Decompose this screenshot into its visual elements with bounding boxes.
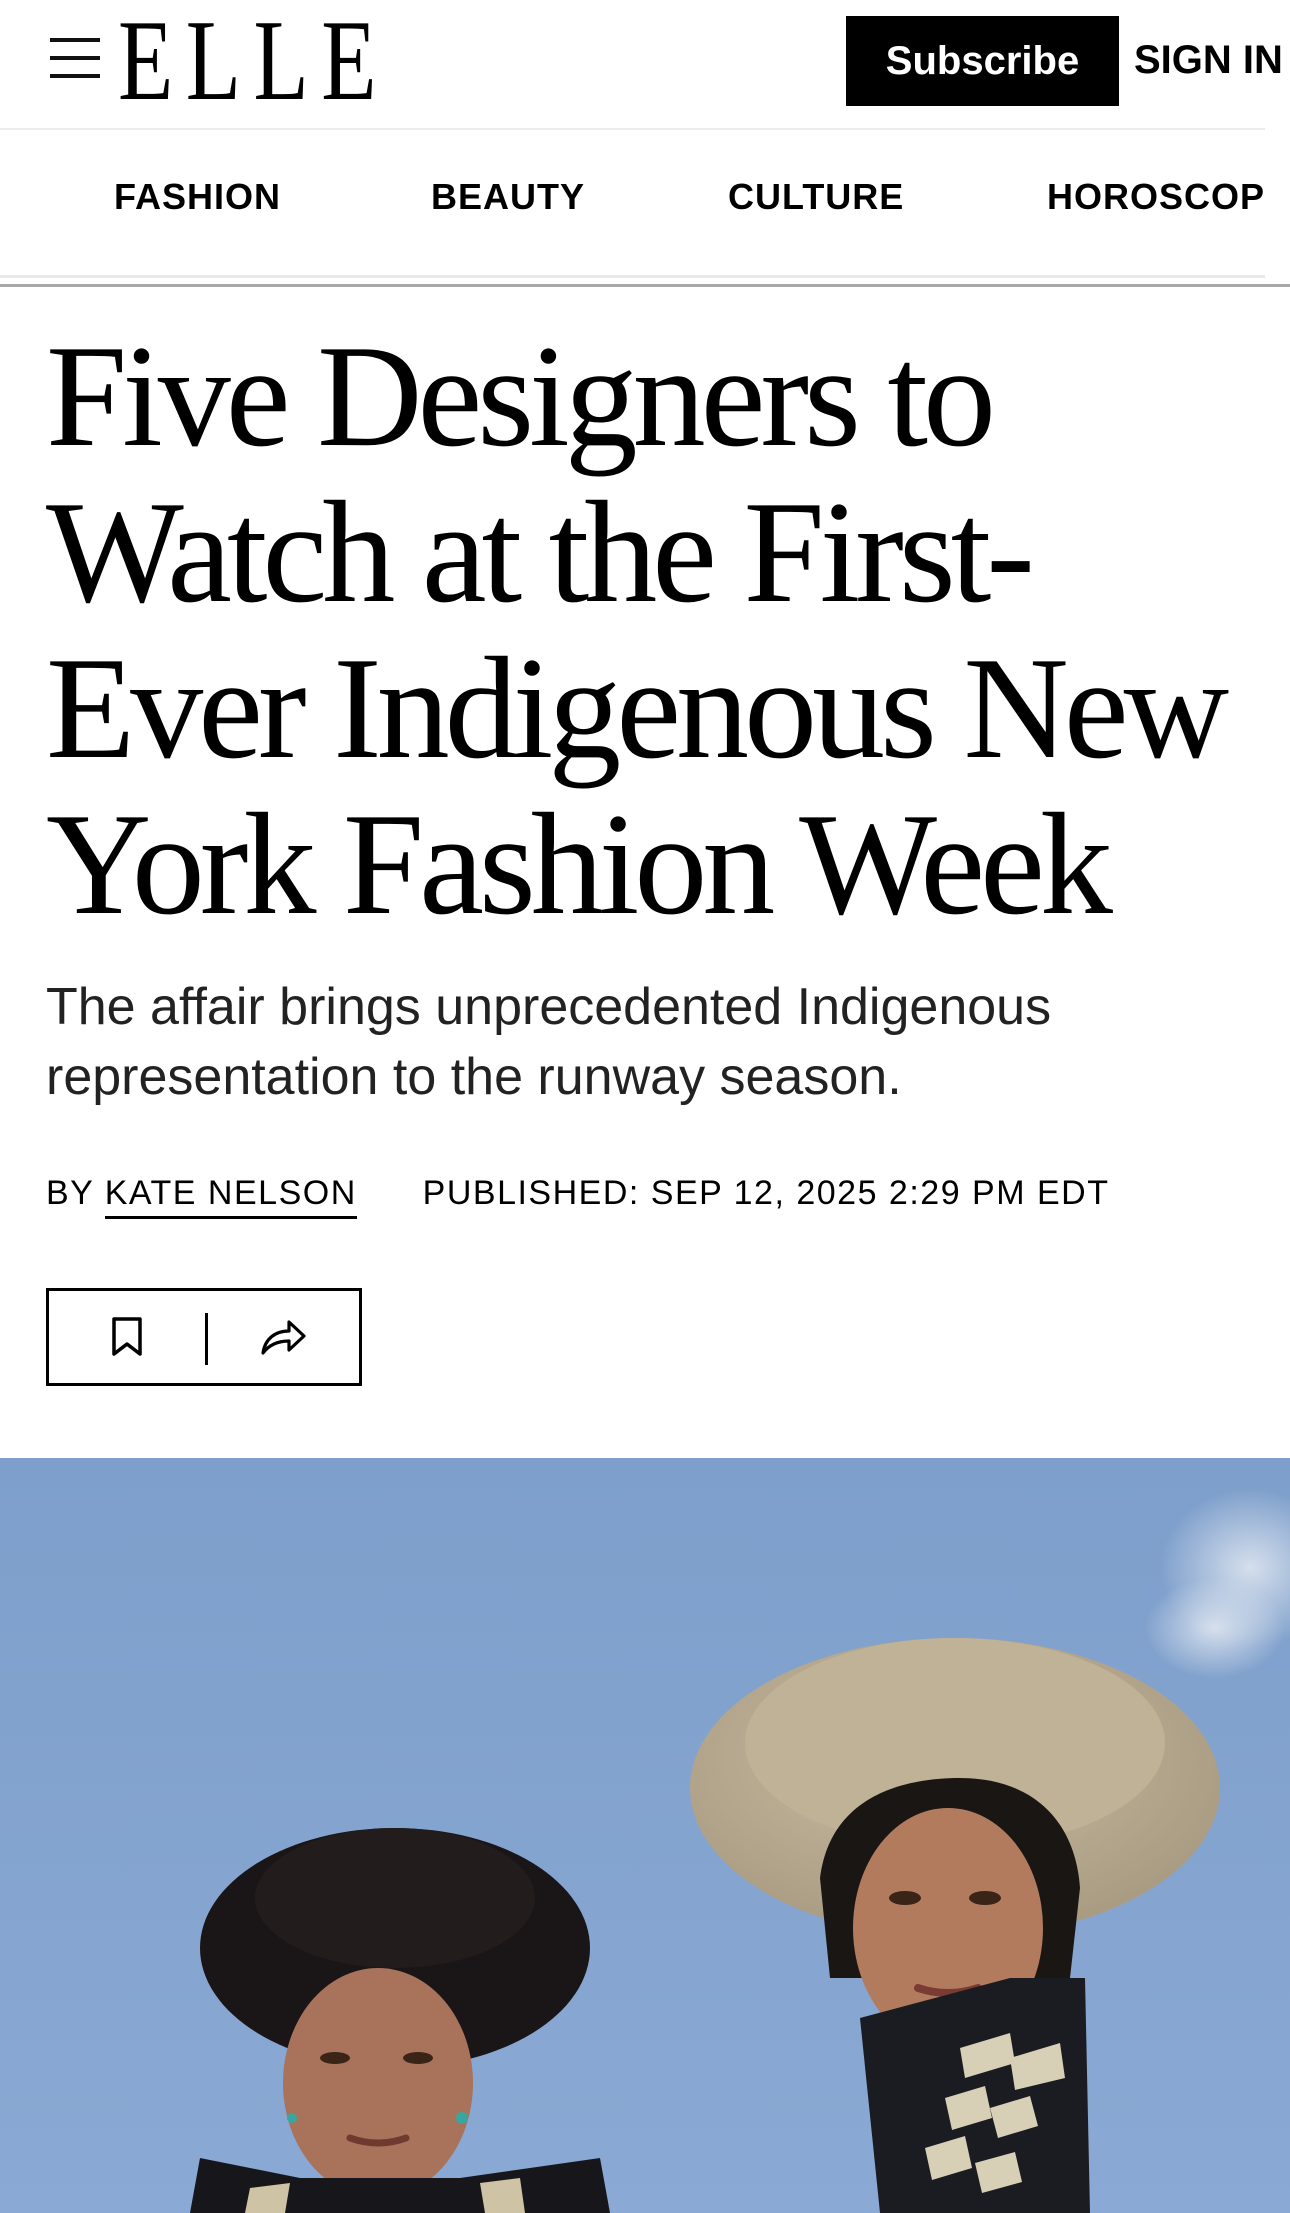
hamburger-menu-icon[interactable]	[50, 38, 102, 80]
nav-underline	[0, 284, 1290, 287]
article-actions	[46, 1288, 362, 1386]
bookmark-icon	[112, 1317, 142, 1356]
elle-logo[interactable]: ELLE	[118, 3, 389, 119]
subscribe-button[interactable]: Subscribe	[846, 16, 1119, 106]
nav-item-fashion[interactable]: FASHION	[114, 176, 281, 218]
author-link[interactable]: KATE NELSON	[104, 1174, 357, 1219]
site-header: ELLE Subscribe SIGN IN	[0, 0, 1290, 128]
section-nav: FASHION BEAUTY CULTURE HOROSCOPI	[0, 130, 1265, 275]
nav-divider	[0, 275, 1265, 278]
nav-item-horoscopes[interactable]: HOROSCOPI	[1047, 176, 1265, 218]
article-headline: Five Designers to Watch at the First-Eve…	[46, 315, 1229, 945]
save-button[interactable]	[49, 1291, 205, 1383]
article-dek: The affair brings unprecedented Indigeno…	[46, 978, 1052, 1106]
nav-item-beauty[interactable]: BEAUTY	[431, 176, 585, 218]
share-button[interactable]	[205, 1291, 361, 1383]
byline-prefix: BY	[46, 1174, 94, 1212]
sign-in-link[interactable]: SIGN IN	[1134, 30, 1283, 90]
byline: BY KATE NELSON PUBLISHED: SEP 12, 2025 2…	[46, 1170, 1110, 1219]
hero-image	[0, 1458, 1290, 2213]
published-date: PUBLISHED: SEP 12, 2025 2:29 PM EDT	[422, 1174, 1110, 1212]
hero-photo-illustration	[0, 1458, 1290, 2213]
nav-item-culture[interactable]: CULTURE	[728, 176, 904, 218]
share-arrow-icon	[261, 1320, 306, 1355]
